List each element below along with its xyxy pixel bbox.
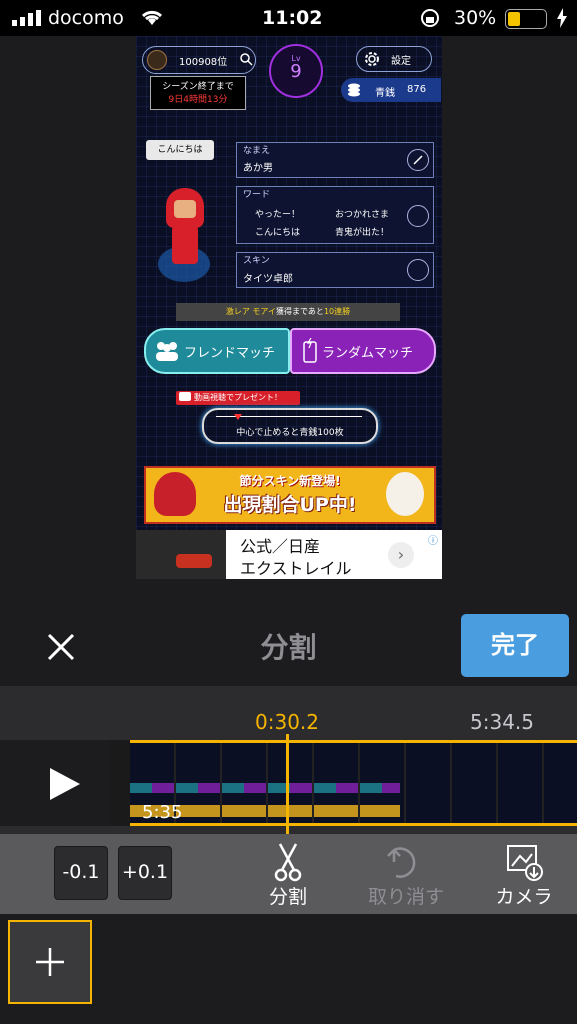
word-panel: ワード やったー！ おつかれさま こんにちは 青鬼が出た！ (236, 186, 434, 244)
video-frame: 100908位 シーズン終了まで 9日4時間13分 Lv 9 設定 青銭 876… (136, 36, 442, 579)
wifi-icon (141, 10, 163, 25)
phone-icon (303, 338, 317, 363)
edit-toolbar: -0.1 +0.1 分割 取り消す カメラ (0, 834, 577, 914)
settings-button[interactable]: 設定 (356, 46, 432, 72)
rare-banner-mid: 獲得まであと (276, 307, 324, 316)
rank-value: 100908位 (179, 57, 228, 68)
split-label: 分割 (268, 886, 307, 908)
roulette-marker-icon (234, 414, 242, 420)
media-tray (0, 914, 577, 1024)
scissors-icon (274, 843, 302, 882)
plus-0.1-button[interactable]: +0.1 (118, 846, 172, 900)
friend-match-button[interactable]: フレンドマッチ (144, 328, 290, 374)
edit-icon[interactable] (407, 149, 429, 171)
random-match-button[interactable]: ランダムマッチ (290, 328, 436, 374)
battery-icon (505, 9, 547, 29)
plus-icon (36, 948, 64, 976)
season-remaining: 9日4時間13分 (168, 95, 228, 105)
split-edit-bar: 分割 完了 (0, 600, 577, 686)
random-match-label: ランダムマッチ (322, 346, 414, 361)
carrier-label: docomo (48, 7, 124, 29)
group-icon (156, 342, 178, 361)
ad-line2: エクストレイル (240, 559, 352, 578)
ad-info-icon[interactable]: ⓘ (428, 532, 438, 547)
split-button[interactable]: 分割 (256, 840, 320, 912)
camera-label: カメラ (495, 886, 553, 908)
friend-match-label: フレンドマッチ (184, 346, 276, 361)
word-label: ワード (243, 190, 271, 200)
gear-icon (365, 52, 379, 66)
skin-field[interactable]: スキン タイツ卓郎 (236, 252, 434, 288)
name-value: あか男 (243, 163, 273, 174)
level-value: 9 (290, 61, 302, 82)
camera-roll-icon (507, 845, 543, 881)
rare-banner-prefix: 激レア モアイ (225, 307, 277, 316)
ad-image (136, 530, 226, 579)
word-item[interactable]: おつかれさま (335, 207, 389, 220)
play-badge-icon (179, 392, 191, 401)
video-present-badge[interactable]: 動画視聴でプレゼント！ (176, 391, 300, 405)
undo-icon (387, 847, 416, 878)
speech-bubble: こんにちは (146, 140, 214, 160)
playhead[interactable] (286, 734, 289, 834)
camera-button[interactable]: カメラ (486, 840, 562, 912)
word-item[interactable]: 青鬼が出た！ (335, 225, 389, 238)
roulette-bar[interactable]: 中心で止めると青銭100枚 (202, 408, 378, 444)
rank-medal-icon (147, 50, 167, 70)
swap-icon[interactable] (407, 259, 429, 281)
skin-value: タイツ卓郎 (243, 274, 293, 285)
character-avatar[interactable] (166, 188, 204, 228)
season-timer: シーズン終了まで 9日4時間13分 (150, 76, 246, 110)
event-banner[interactable]: 節分スキン新登場! 出現割合UP中! (144, 466, 436, 524)
currency-display: 青銭 876 (341, 78, 441, 102)
end-time: 5:34.5 (470, 710, 534, 734)
name-field[interactable]: なまえ あか男 (236, 142, 434, 178)
clock: 11:02 (262, 7, 323, 29)
event-line2: 出現割合UP中! (223, 494, 357, 516)
level-badge: Lv 9 (269, 44, 323, 98)
timeline: 0:30.2 5:34.5 5:35 (0, 686, 577, 834)
event-line1: 節分スキン新登場! (239, 474, 341, 488)
swap-icon[interactable] (407, 205, 429, 227)
minus-0.1-button[interactable]: -0.1 (54, 846, 108, 900)
done-button[interactable]: 完了 (461, 614, 569, 677)
add-media-button[interactable] (8, 920, 92, 1004)
word-item[interactable]: こんにちは (255, 225, 300, 238)
charging-icon (557, 8, 567, 28)
play-icon (50, 768, 80, 800)
rare-banner: 激レア モアイ獲得まであと10連勝 (176, 303, 400, 321)
undo-button[interactable]: 取り消す (356, 840, 456, 912)
rotation-lock-icon (421, 9, 439, 27)
ad-line1: 公式／日産 (240, 537, 321, 556)
play-button[interactable] (0, 740, 110, 826)
name-label: なまえ (243, 146, 271, 156)
character-body (172, 226, 198, 264)
current-time: 0:30.2 (255, 710, 319, 734)
rare-banner-suffix: 10連勝 (323, 307, 351, 316)
coin-stack-icon (348, 83, 360, 97)
status-bar: docomo 11:02 30% (0, 0, 577, 36)
signal-icon (12, 10, 41, 26)
roulette-text: 中心で止めると青銭100枚 (236, 428, 344, 438)
rank-pill[interactable]: 100908位 (142, 46, 256, 74)
word-item[interactable]: やったー！ (255, 207, 300, 220)
settings-label: 設定 (391, 56, 411, 67)
clip-strip[interactable]: 5:35 (110, 740, 577, 826)
clip-thumbnails (130, 743, 577, 823)
chevron-right-icon[interactable]: › (388, 542, 414, 568)
battery-percent: 30% (454, 7, 497, 29)
clip-duration: 5:35 (142, 802, 183, 823)
skin-label: スキン (243, 256, 270, 266)
season-end-label: シーズン終了まで (162, 82, 234, 92)
ad-banner[interactable]: 公式／日産 エクストレイル › ⓘ (136, 530, 442, 579)
search-icon (240, 53, 253, 66)
currency-label: 青銭 (375, 88, 395, 99)
undo-label: 取り消す (367, 886, 444, 908)
currency-value: 876 (407, 84, 427, 95)
video-present-label: 動画視聴でプレゼント！ (194, 393, 282, 402)
